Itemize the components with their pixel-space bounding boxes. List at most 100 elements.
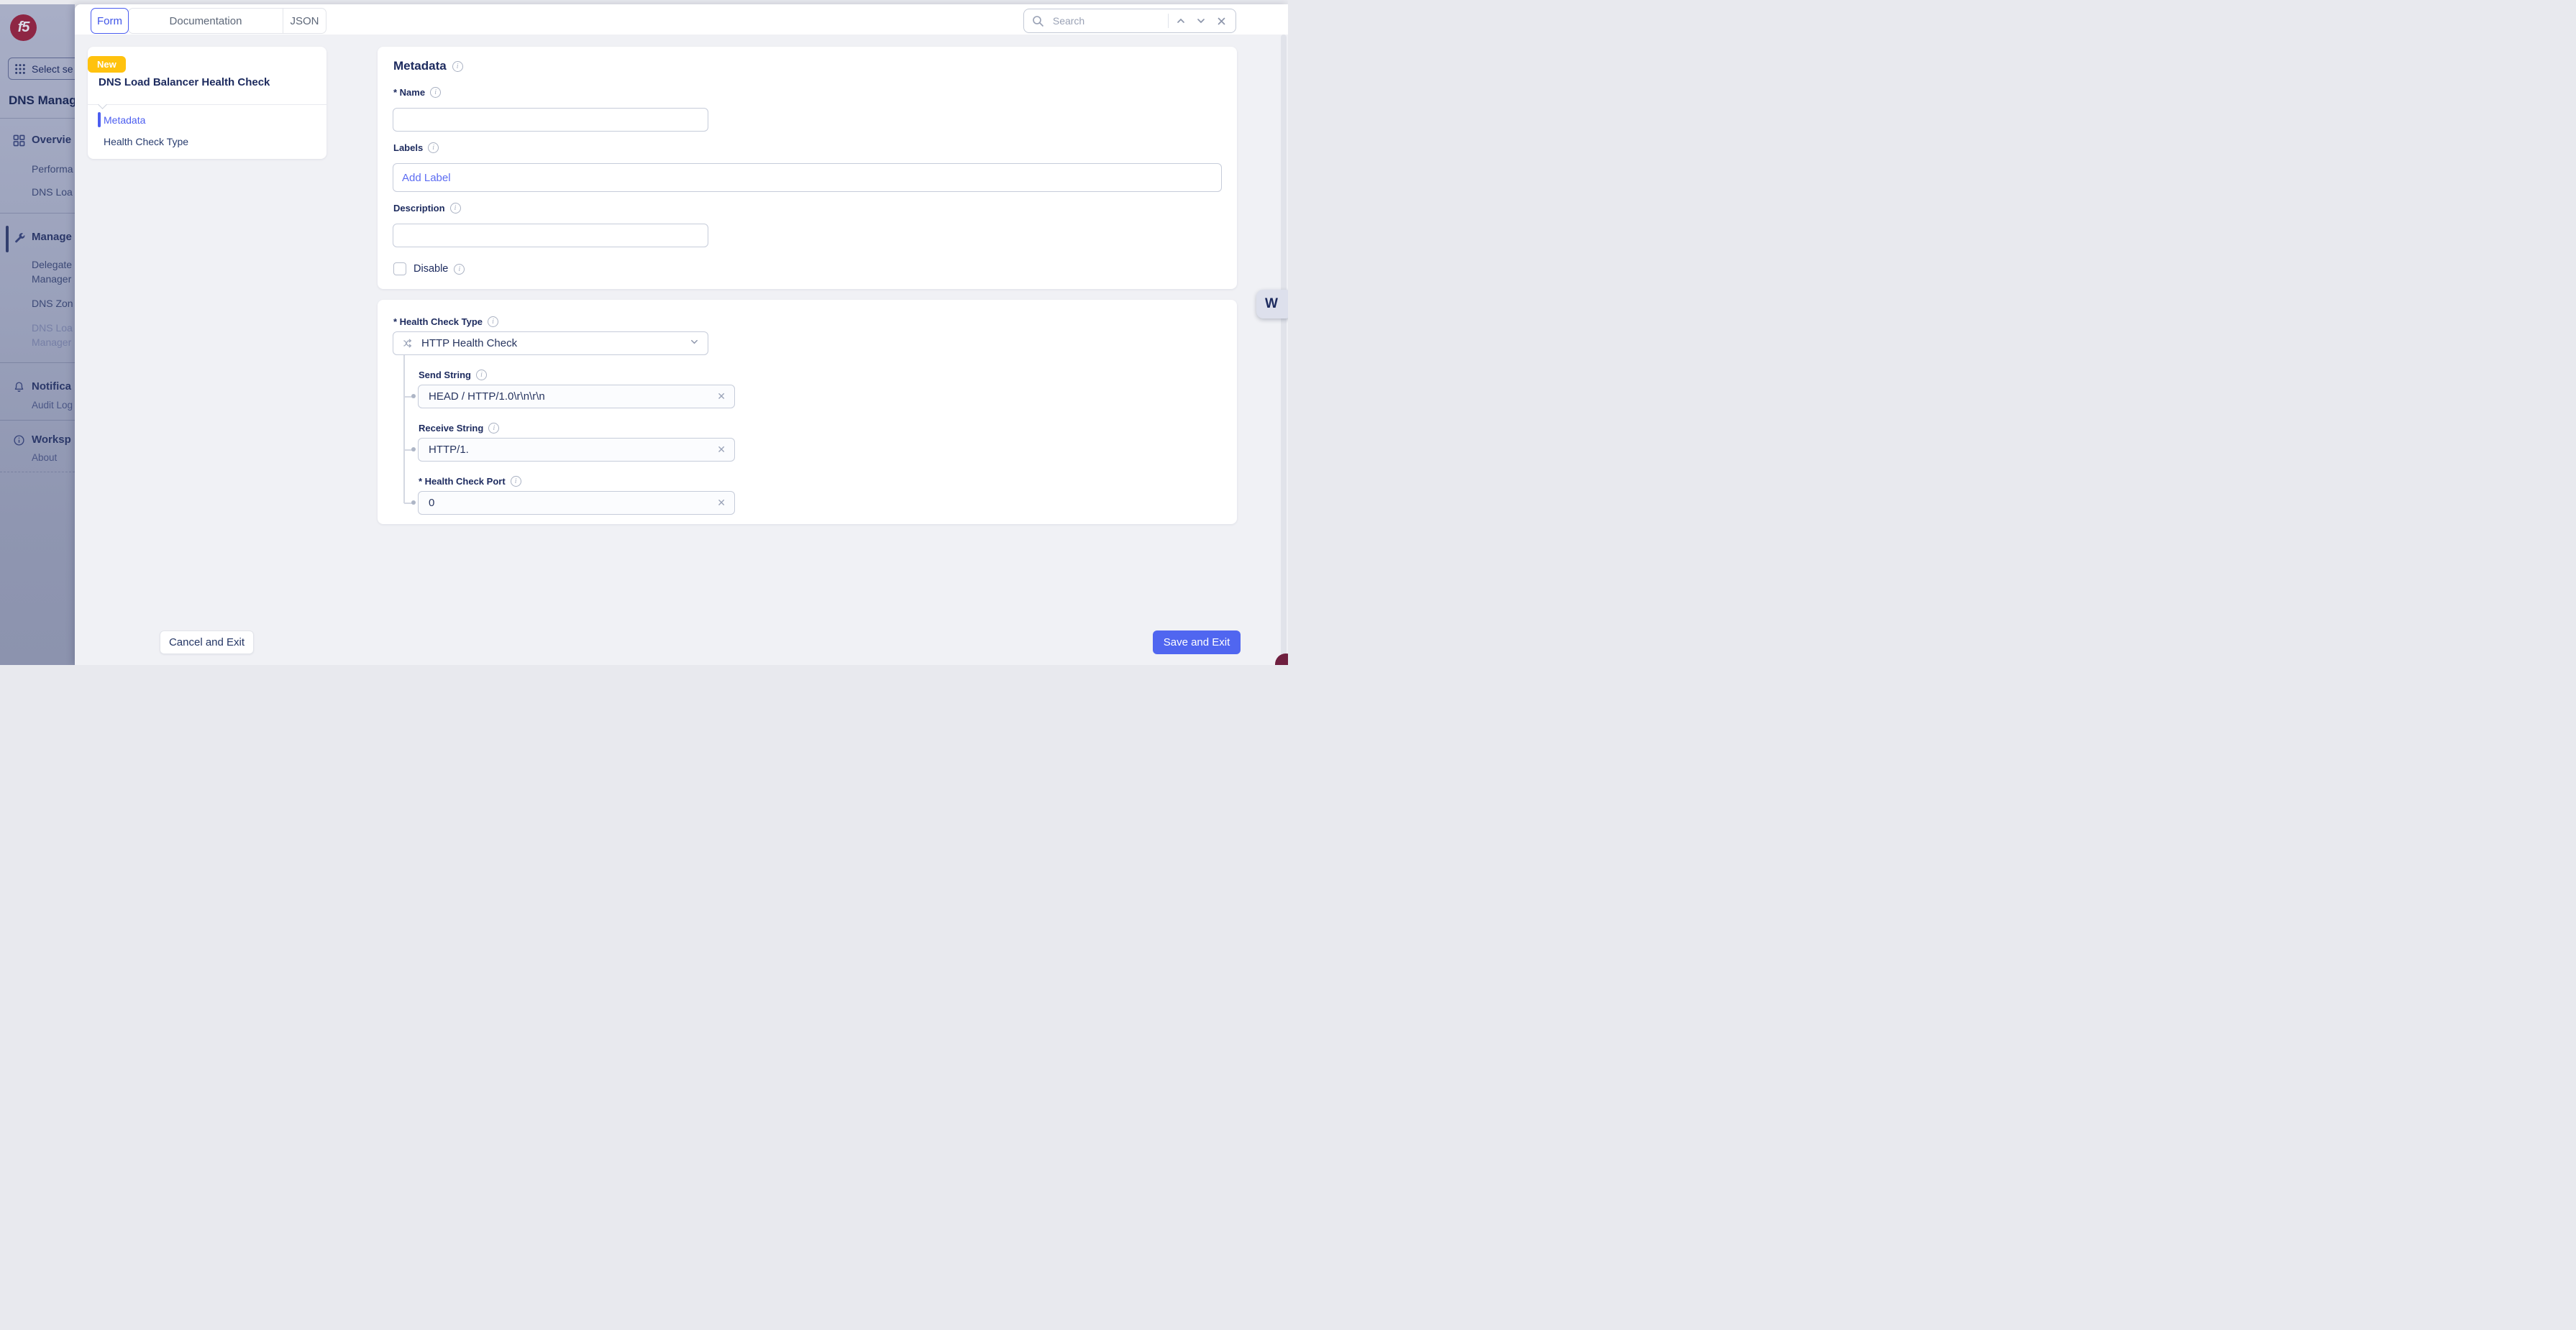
info-icon[interactable] [488,423,499,434]
labels-label-text: Labels [393,142,423,153]
description-label: Description [393,203,461,214]
nav-item-metadata[interactable]: Metadata [104,112,145,128]
sidebar-item-dns-zones[interactable]: DNS Zon [32,298,73,309]
divider [1168,14,1169,28]
overview-icon [13,134,25,147]
sidebar-item-manage[interactable]: Manage [32,231,72,243]
search-icon [1031,12,1046,29]
labels-label: Labels [393,142,439,153]
sidebar-item-dns-lb-mgmt-line1[interactable]: DNS Loa [32,322,73,334]
sidebar-item-dns-lb-mgmt-line2[interactable]: Manager [32,336,71,348]
nav-item-health-check-type[interactable]: Health Check Type [104,134,188,150]
active-section-bar [6,226,9,252]
health-check-port-field[interactable] [418,491,735,515]
search-next-icon[interactable] [1194,12,1208,29]
connector-line [403,355,405,503]
scrollbar-thumb[interactable] [1281,35,1287,656]
new-badge: New [88,56,126,73]
receive-string-field[interactable] [418,438,735,462]
health-check-type-label-text: * Health Check Type [393,316,483,327]
tab-group: Documentation JSON [128,8,326,34]
connector-dot [411,447,416,451]
labels-field[interactable]: Add Label [393,163,1222,192]
description-input[interactable] [402,229,699,242]
send-string-field[interactable] [418,385,735,408]
name-input[interactable] [402,113,699,127]
receive-string-label: Receive String [419,423,499,434]
health-check-type-select[interactable]: HTTP Health Check [393,331,708,355]
sidebar-item-audit-logs[interactable]: Audit Log [32,400,73,411]
info-icon[interactable] [450,203,461,214]
health-check-port-label-text: * Health Check Port [419,476,506,487]
sidebar-item-performance[interactable]: Performa [32,163,73,175]
sidebar: f5 Select se DNS Manag Overvie Performa … [0,4,75,665]
health-check-port-input[interactable] [427,496,717,510]
sidebar-item-dns-load[interactable]: DNS Loa [32,186,73,198]
info-icon[interactable] [511,476,521,487]
health-check-type-label: * Health Check Type [393,316,498,327]
receive-string-label-text: Receive String [419,423,483,434]
search-close-icon[interactable] [1214,12,1228,29]
connector-dot [411,394,416,398]
clear-icon[interactable] [717,497,726,509]
info-icon[interactable] [454,264,465,275]
workspace-icon [13,434,25,446]
save-and-exit-button[interactable]: Save and Exit [1153,630,1241,654]
notifications-icon [13,381,25,393]
health-check-port-label: * Health Check Port [419,476,521,487]
sidebar-item-workspace[interactable]: Worksp [32,434,71,446]
tab-documentation[interactable]: Documentation [129,9,283,33]
divider [0,420,75,421]
sidebar-item-delegated-line1[interactable]: Delegate [32,259,72,270]
name-label-text: * Name [393,87,425,98]
collapse-chevron-icon[interactable] [98,100,107,109]
receive-string-input[interactable] [427,443,717,457]
send-string-label-text: Send String [419,370,471,380]
clear-icon[interactable] [717,444,726,456]
info-icon[interactable] [428,142,439,153]
info-icon[interactable] [476,370,487,380]
metadata-heading: Metadata [393,59,463,73]
sidebar-item-notifications[interactable]: Notifica [32,380,71,393]
select-service-button[interactable]: Select se [8,58,75,80]
search-input[interactable] [1051,14,1162,27]
add-label-button[interactable]: Add Label [402,172,451,184]
divider [0,118,75,119]
send-string-input[interactable] [427,390,717,403]
disable-label-text: Disable [414,263,448,275]
object-nav-card: New DNS Load Balancer Health Check Metad… [88,47,326,159]
tab-form[interactable]: Form [91,8,129,34]
object-title: DNS Load Balancer Health Check [99,76,270,88]
sidebar-title: DNS Manag [9,93,75,108]
clear-icon[interactable] [717,390,726,403]
name-field[interactable] [393,108,708,132]
send-string-label: Send String [419,370,487,380]
divider [88,104,326,105]
walkme-widget-button[interactable]: W [1256,290,1288,318]
metadata-section-card: Metadata * Name Labels Add Label Descrip… [378,47,1237,289]
cancel-and-exit-button[interactable]: Cancel and Exit [160,630,254,654]
disable-label: Disable [414,262,465,275]
branch-icon [402,337,414,349]
health-check-section-card: * Health Check Type HTTP Health Check [378,300,1237,524]
sidebar-item-delegated-line2[interactable]: Manager [32,273,71,285]
info-icon[interactable] [430,87,441,98]
info-icon[interactable] [452,61,463,72]
active-nav-bar [98,112,101,127]
f5-logo: f5 [10,14,37,41]
divider [0,213,75,214]
apps-grid-icon [14,63,26,75]
health-check-type-value: HTTP Health Check [421,337,517,349]
info-icon[interactable] [488,316,498,327]
editor-modal: Form Documentation JSON New DNS Load B [75,4,1288,665]
select-service-label: Select se [32,63,73,75]
name-label: * Name [393,87,441,98]
description-field[interactable] [393,224,708,247]
tab-json[interactable]: JSON [283,9,326,33]
search-box [1023,9,1236,33]
disable-checkbox[interactable] [393,262,406,275]
sidebar-item-overview[interactable]: Overvie [32,134,71,146]
sidebar-item-about[interactable]: About [32,452,57,463]
search-prev-icon[interactable] [1174,12,1188,29]
description-label-text: Description [393,203,445,214]
